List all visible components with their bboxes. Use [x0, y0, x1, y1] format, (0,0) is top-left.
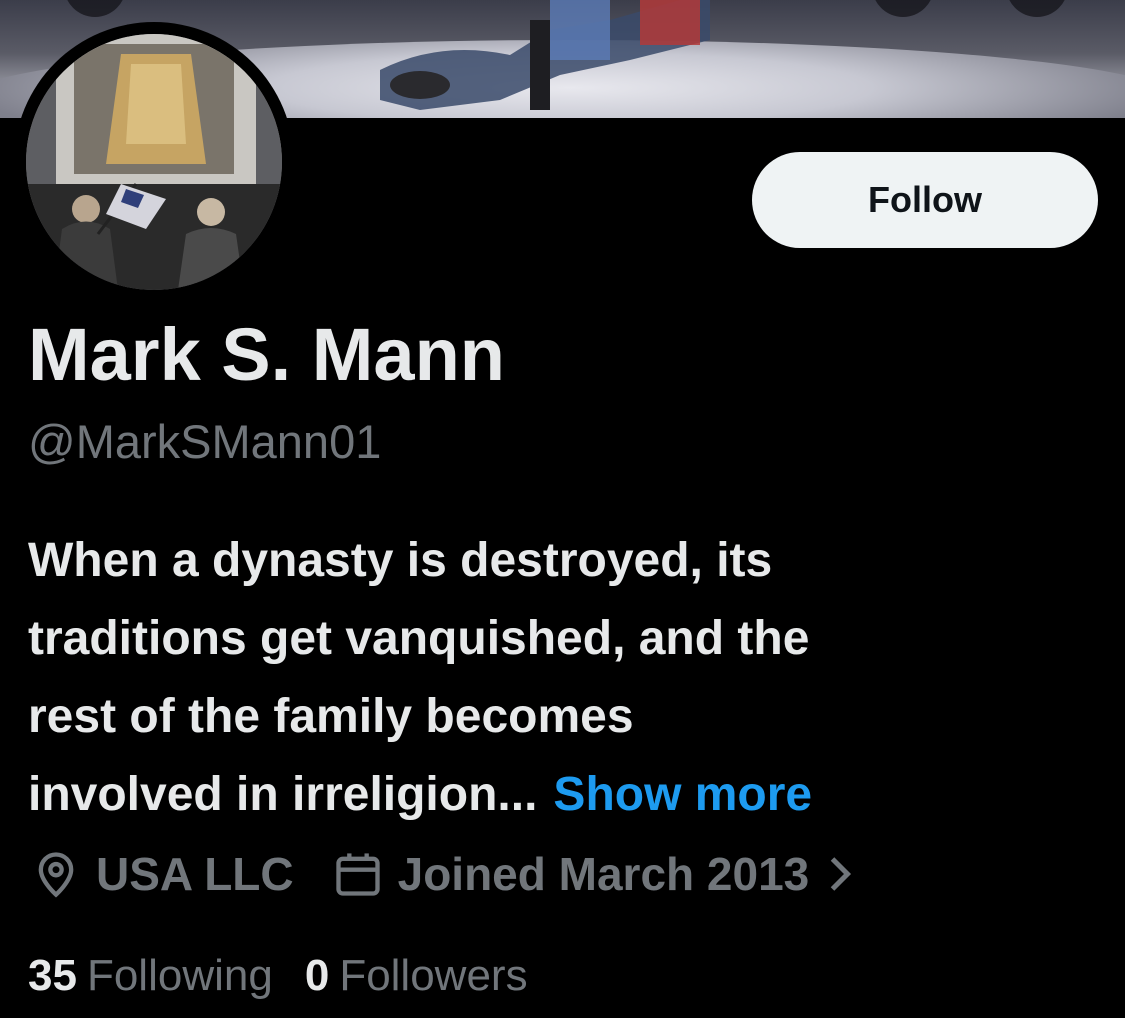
following-link[interactable]: 35 Following [28, 951, 273, 1001]
following-count: 35 [28, 951, 77, 1000]
back-button[interactable] [64, 0, 126, 17]
followers-label: Followers [339, 951, 528, 1000]
location-text: USA LLC [96, 848, 294, 900]
joined-date: Joined March 2013 [397, 848, 810, 900]
avatar-photo [26, 34, 282, 290]
following-label: Following [86, 951, 273, 1000]
search-button[interactable] [872, 0, 934, 17]
chevron-right-icon[interactable] [825, 854, 855, 894]
followers-count: 0 [304, 951, 330, 1000]
profile-meta: USA LLC Joined March 2013 [30, 846, 855, 902]
follow-button[interactable]: Follow [752, 152, 1098, 248]
bio-line: When a dynasty is destroyed, its [28, 534, 773, 587]
followers-link[interactable]: 0 Followers [305, 951, 528, 1001]
show-more-link[interactable]: Show more [553, 768, 812, 821]
bio-line: traditions get vanquished, and the [28, 612, 810, 665]
calendar-icon [332, 848, 384, 900]
bio-line-last: involved in irreligion... Show more [28, 756, 1108, 834]
profile-name: Mark S. Mann [28, 313, 505, 396]
profile-handle: @MarkSMann01 [28, 415, 382, 468]
bio-line: rest of the family becomes [28, 690, 634, 743]
more-button[interactable] [1006, 0, 1068, 17]
profile-stats: 35 Following 0 Followers [28, 948, 528, 1004]
banner-photo-figure [380, 0, 710, 110]
bio-line-text: involved in irreligion... [28, 768, 538, 821]
avatar[interactable] [14, 22, 294, 302]
profile-bio: When a dynasty is destroyed, its traditi… [28, 522, 1108, 834]
location-pin-icon [30, 848, 82, 900]
